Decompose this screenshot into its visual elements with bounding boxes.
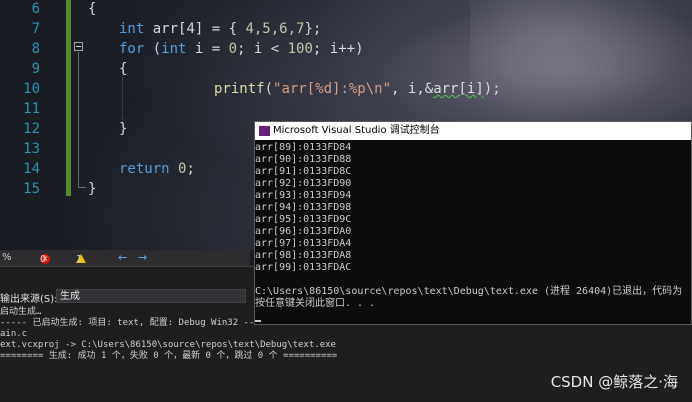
output-source-select[interactable]: 生成 bbox=[56, 289, 246, 303]
console-output: arr[89]:0133FD84 arr[90]:0133FD88 arr[91]:… bbox=[255, 142, 691, 322]
line-number: 13 bbox=[23, 141, 40, 157]
code-line-6: { bbox=[88, 1, 97, 17]
line-number: 14 bbox=[23, 161, 40, 177]
output-line: ain.c bbox=[0, 329, 28, 339]
line-number: 6 bbox=[31, 1, 40, 17]
code-line-9: { bbox=[119, 61, 128, 77]
console-line: C:\Users\86150\source\repos\text\Debug\t… bbox=[255, 286, 683, 297]
console-line: arr[99]:0133FDAC bbox=[255, 262, 352, 273]
warning-squiggle: arr[i] bbox=[433, 81, 484, 97]
output-line: ext.vcxproj -> C:\Users\86150\source\rep… bbox=[0, 340, 336, 350]
line-number: 10 bbox=[23, 81, 40, 97]
editor-status-bar: % × 0 1 ← → bbox=[0, 250, 250, 266]
code-line-7: int arr[4] = { 4,5,6,7}; bbox=[119, 21, 322, 37]
line-number: 8 bbox=[31, 41, 40, 57]
line-number: 7 bbox=[31, 21, 40, 37]
line-number: 15 bbox=[23, 181, 40, 197]
console-line: arr[96]:0133FDA0 bbox=[255, 226, 352, 237]
line-number: 11 bbox=[23, 101, 40, 117]
console-line: arr[89]:0133FD84 bbox=[255, 142, 352, 153]
console-title: Microsoft Visual Studio 调试控制台 bbox=[273, 125, 440, 136]
console-line: arr[98]:0133FDA8 bbox=[255, 250, 352, 261]
nav-forward-icon[interactable]: → bbox=[138, 251, 147, 264]
output-line: ======== 生成: 成功 1 个，失败 0 个，最新 0 个，跳过 0 个… bbox=[0, 351, 338, 361]
line-number: 9 bbox=[31, 61, 40, 77]
console-line: arr[93]:0133FD94 bbox=[255, 190, 352, 201]
background-artwork bbox=[470, 0, 690, 120]
debug-console-window[interactable]: Microsoft Visual Studio 调试控制台 arr[89]:01… bbox=[254, 121, 692, 325]
watermark: CSDN @鲸落之·海 bbox=[550, 373, 678, 391]
code-line-14: return 0; bbox=[119, 161, 195, 177]
console-line: 按任意键关闭此窗口. . . bbox=[255, 298, 376, 309]
output-source-row: 输出来源(S): 生成 bbox=[0, 289, 260, 305]
console-line: arr[97]:0133FDA4 bbox=[255, 238, 352, 249]
console-title-bar[interactable]: Microsoft Visual Studio 调试控制台 bbox=[255, 122, 691, 140]
fold-guide bbox=[78, 52, 79, 188]
code-line-8: for (int i = 0; i < 100; i++) bbox=[119, 41, 364, 57]
code-line-12: } bbox=[119, 121, 128, 137]
console-line: arr[91]:0133FD8C bbox=[255, 166, 352, 177]
console-line: arr[90]:0133FD88 bbox=[255, 154, 352, 165]
console-cursor bbox=[255, 320, 261, 322]
code-line-10: printf("arr[%d]:%p\n", i,&arr[i]); bbox=[214, 81, 501, 97]
change-indicator-bar bbox=[66, 0, 71, 196]
code-line-15: } bbox=[88, 181, 97, 197]
console-line: arr[92]:0133FD90 bbox=[255, 178, 352, 189]
line-number: 12 bbox=[23, 121, 40, 137]
zoom-level[interactable]: % bbox=[2, 252, 12, 263]
console-line: arr[95]:0133FD9C bbox=[255, 214, 352, 225]
nav-back-icon[interactable]: ← bbox=[118, 251, 127, 264]
visual-studio-icon bbox=[259, 126, 270, 136]
collapse-toggle-icon[interactable] bbox=[74, 42, 83, 51]
output-source-label: 输出来源(S): bbox=[0, 294, 58, 305]
fold-guide-end bbox=[78, 187, 86, 188]
console-line: arr[94]:0133FD98 bbox=[255, 202, 352, 213]
